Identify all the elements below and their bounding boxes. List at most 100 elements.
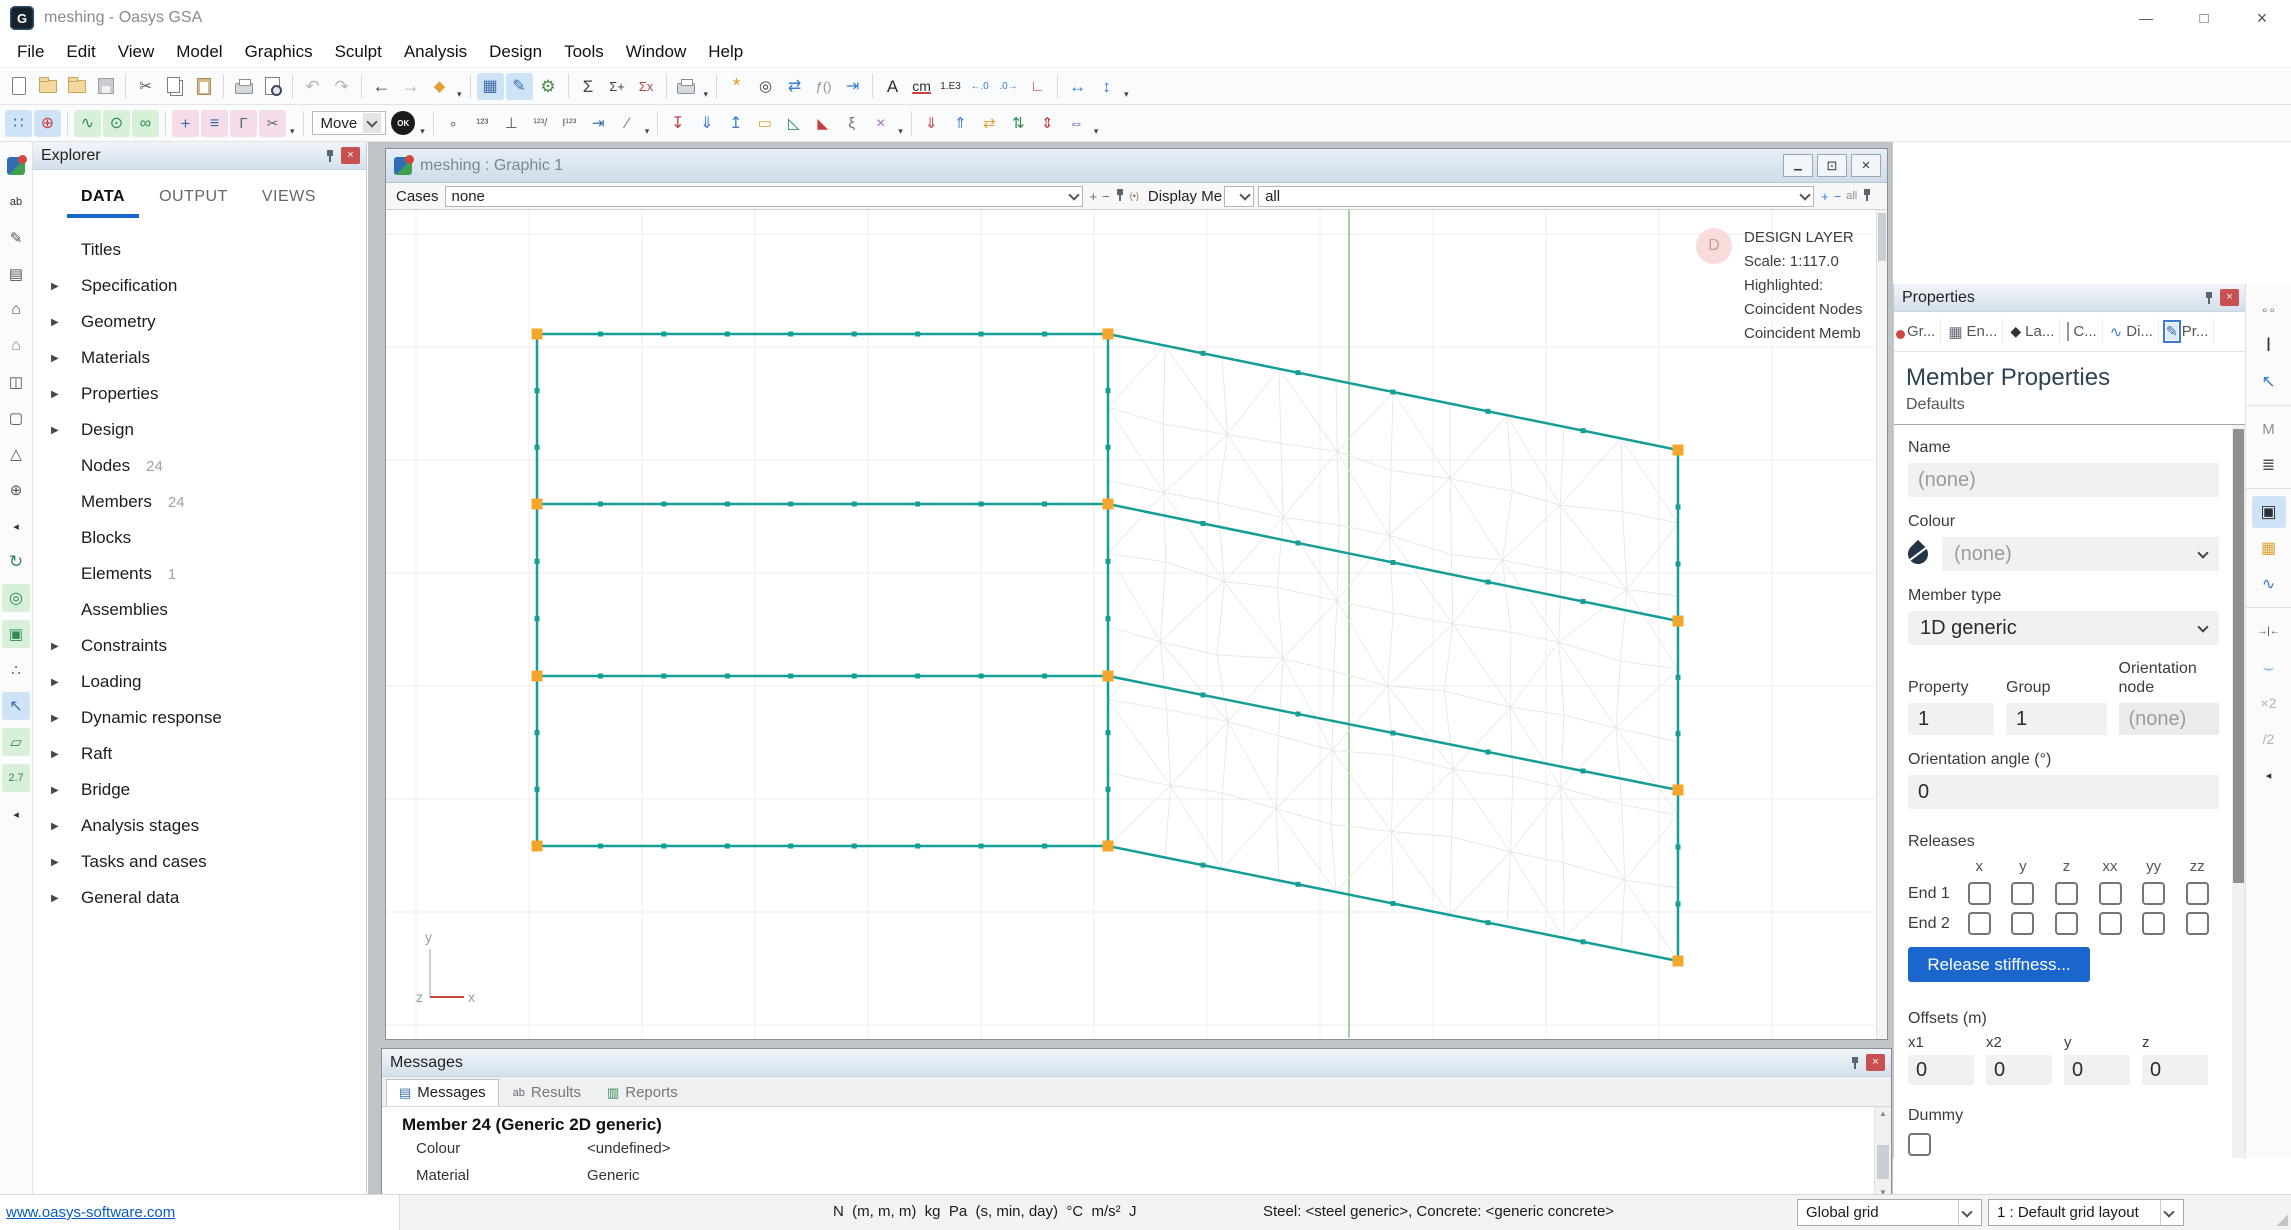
deflection-icon[interactable]: ⌣	[2252, 651, 2286, 683]
minimize-button[interactable]: —	[2117, 0, 2175, 36]
graphic-title-bar[interactable]: meshing : Graphic 1 ▁ ⊡ ×	[386, 149, 1887, 183]
chevron-down-icon[interactable]	[363, 113, 382, 133]
expand-arrow-icon[interactable]: ▶	[51, 677, 59, 688]
copy-grid-icon[interactable]: ⇅	[1005, 110, 1032, 137]
open-model-icon[interactable]	[63, 73, 90, 100]
offset-field-x1[interactable]: 0	[1908, 1055, 1974, 1085]
menu-sculpt[interactable]: Sculpt	[324, 42, 393, 62]
scale-x2-icon[interactable]: ×2	[2252, 687, 2286, 719]
release-checkbox-end1-xx[interactable]	[2098, 882, 2122, 905]
font-icon[interactable]: A	[879, 73, 906, 100]
view-roof-icon[interactable]: ⌂	[2, 332, 30, 360]
animation-icon[interactable]: ≣	[2252, 449, 2286, 481]
scrollbar-thumb[interactable]	[1877, 1145, 1889, 1179]
select-node-icon[interactable]: ↖	[2, 692, 30, 720]
expand-arrow-icon[interactable]: ▶	[51, 353, 59, 364]
redo-icon[interactable]: ↷	[328, 73, 355, 100]
expand-arrow-icon[interactable]: ▶	[51, 821, 59, 832]
units-icon[interactable]: cm	[908, 73, 935, 100]
pin-small-icon[interactable]	[1862, 188, 1872, 205]
collapse-c-icon[interactable]: ◂	[2252, 759, 2286, 791]
scale-half-icon[interactable]: /2	[2252, 723, 2286, 755]
label-123-icon[interactable]: ¹²³	[469, 110, 496, 137]
copy-mix-icon[interactable]: ⇄	[976, 110, 1003, 137]
close-button[interactable]: ×	[1851, 154, 1881, 177]
circle-node-icon[interactable]: ⊙	[103, 109, 130, 137]
tab-data[interactable]: DATA	[67, 184, 140, 218]
collapse-a-icon[interactable]: ◂	[2, 512, 30, 540]
copy-up-icon[interactable]: ⇑	[947, 110, 974, 137]
dummy-checkbox[interactable]	[1908, 1133, 1931, 1156]
coord-icon[interactable]: 2.7	[2, 764, 30, 792]
align-icon[interactable]: →|←	[2252, 615, 2286, 647]
sidebar-item-general-data[interactable]: ▶ General data	[33, 880, 366, 916]
collapse-b-icon[interactable]: ◂	[2, 800, 30, 828]
graphic-canvas[interactable]: D DESIGN LAYER Scale: 1:117.0 Highlighted…	[386, 210, 1887, 1039]
grid-combo[interactable]: Global grid	[1797, 1199, 1982, 1226]
oasys-link[interactable]: www.oasys-software.com	[6, 1204, 175, 1221]
view-section-icon[interactable]: ▤	[2, 260, 30, 288]
group-field[interactable]: 1	[2006, 703, 2107, 735]
add-blue-icon[interactable]: +	[1821, 189, 1829, 204]
magic-wand-icon[interactable]: *	[723, 73, 750, 100]
tab-di[interactable]: ∿ Di...	[2105, 318, 2159, 345]
fit-width-icon[interactable]: ↔	[1064, 73, 1091, 100]
save-icon[interactable]	[92, 73, 119, 100]
menu-analysis[interactable]: Analysis	[393, 42, 478, 62]
move-mode-select[interactable]: Move	[311, 111, 387, 135]
view-solid-icon[interactable]: ◫	[2, 368, 30, 396]
sidebar-item-titles[interactable]: Titles	[33, 232, 366, 268]
print-icon[interactable]	[230, 73, 257, 100]
offset-field-y[interactable]: 0	[2064, 1055, 2130, 1085]
menu-window[interactable]: Window	[615, 42, 697, 62]
messages-scrollbar[interactable]: ▲ ▼	[1874, 1107, 1891, 1199]
ok-button[interactable]: OK	[391, 111, 416, 135]
add-node-icon[interactable]: +	[172, 109, 199, 137]
paste-icon[interactable]	[190, 73, 217, 100]
dropdown-caret-icon[interactable]: ▾	[1124, 89, 1129, 104]
sidebar-item-elements[interactable]: Elements 1	[33, 556, 366, 592]
sidebar-item-materials[interactable]: ▶ Materials	[33, 340, 366, 376]
orientation-angle-field[interactable]: 0	[1908, 775, 2219, 809]
broadcast-icon[interactable]: (•)	[1130, 191, 1139, 201]
sidebar-item-constraints[interactable]: ▶ Constraints	[33, 628, 366, 664]
view-expand-icon[interactable]: ⊕	[2, 476, 30, 504]
expand-arrow-icon[interactable]: ▶	[51, 713, 59, 724]
pin-icon[interactable]	[325, 149, 335, 163]
menu-edit[interactable]: Edit	[55, 42, 106, 62]
dropdown-caret-icon[interactable]: ▾	[1094, 126, 1099, 141]
close-icon[interactable]	[2220, 289, 2239, 306]
tab-pr[interactable]: ✎ Pr...	[2161, 319, 2215, 344]
expand-arrow-icon[interactable]: ▶	[51, 281, 59, 292]
remove-blue-icon[interactable]: −	[1834, 189, 1842, 204]
decimal-right-icon[interactable]: .0→	[995, 73, 1022, 100]
release-checkbox-end2-z[interactable]	[2054, 912, 2078, 935]
pin-icon[interactable]	[2204, 291, 2214, 305]
draw-icon[interactable]: ✎	[2, 224, 30, 252]
new-file-icon[interactable]	[5, 73, 32, 100]
sidebar-item-design[interactable]: ▶ Design	[33, 412, 366, 448]
dropdown-caret-icon[interactable]: ▾	[898, 126, 903, 141]
graph-icon[interactable]: ∿	[2252, 568, 2286, 600]
canvas-vertical-scrollbar[interactable]	[1876, 210, 1887, 1039]
load-lift-icon[interactable]: ↥	[722, 110, 749, 137]
load-point-icon[interactable]: ↧	[664, 110, 691, 137]
menu-view[interactable]: View	[107, 42, 166, 62]
load-area-icon[interactable]: ⇓	[693, 110, 720, 137]
sidebar-item-specification[interactable]: ▶ Specification	[33, 268, 366, 304]
format-painter-icon[interactable]: ◆	[426, 73, 453, 100]
display-filter-combo[interactable]: all	[1258, 185, 1815, 207]
menu-file[interactable]: File	[6, 42, 55, 62]
tab-reports[interactable]: ▥ Reports	[595, 1079, 690, 1106]
tab-c[interactable]: C...	[2062, 319, 2103, 344]
decimal-left-icon[interactable]: ←.0	[966, 73, 993, 100]
delete-node-icon[interactable]: ×	[867, 110, 894, 137]
table-view-icon[interactable]: ▦	[476, 72, 504, 100]
tri-red-icon[interactable]: ◣	[809, 110, 836, 137]
expand-arrow-icon[interactable]: ▶	[51, 641, 59, 652]
tab-en[interactable]: ▦ En...	[1943, 318, 2004, 345]
dropdown-caret-icon[interactable]: ▾	[457, 89, 462, 104]
fit-height-icon[interactable]: ↕	[1093, 73, 1120, 100]
sidebar-item-analysis-stages[interactable]: ▶ Analysis stages	[33, 808, 366, 844]
pane-orange-icon[interactable]: ▭	[751, 110, 778, 137]
